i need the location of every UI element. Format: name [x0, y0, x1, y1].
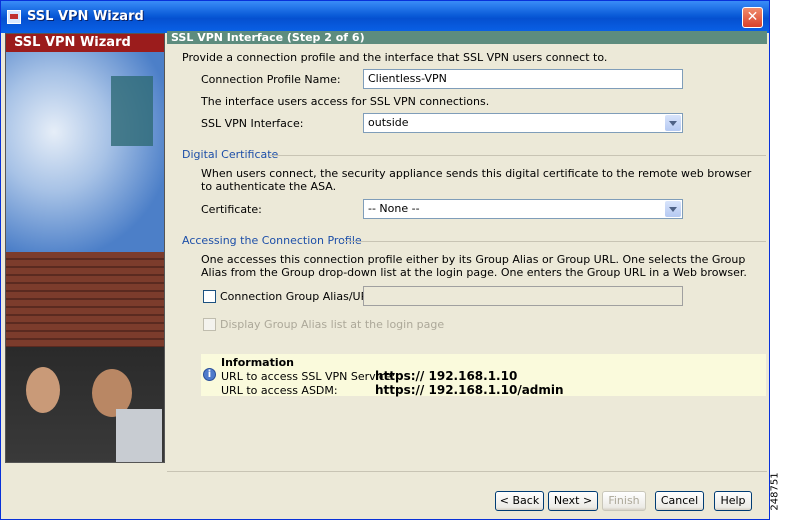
connection-group-alias-label[interactable]: Connection Group Alias/URL: [220, 290, 374, 303]
ssl-vpn-url-value: https:// 192.168.1.10: [375, 369, 518, 383]
digital-certificate-description: When users connect, the security applian…: [201, 167, 752, 193]
wizard-side-image: SSL VPN Wizard: [5, 33, 165, 463]
brick-wall-illustration: [6, 252, 164, 347]
figure-number-text: 248751: [769, 472, 781, 511]
certificate-select[interactable]: -- None --: [363, 199, 683, 219]
accessing-profile-group-title: Accessing the Connection Profile: [182, 234, 362, 247]
digital-certificate-group-title: Digital Certificate: [182, 148, 279, 161]
ssl-vpn-interface-select[interactable]: outside: [363, 113, 683, 133]
information-title: Information: [221, 356, 294, 369]
footer-divider: [167, 471, 767, 472]
ssl-vpn-url-label: URL to access SSL VPN Service:: [221, 370, 396, 383]
person-illustration: [26, 367, 60, 413]
certificate-value: -- None --: [368, 202, 420, 215]
connection-group-alias-input[interactable]: [363, 286, 683, 306]
connection-profile-label: Connection Profile Name:: [201, 73, 341, 86]
laptop-illustration: [116, 409, 162, 462]
chevron-down-icon[interactable]: [665, 201, 681, 217]
info-icon: i: [203, 368, 216, 381]
window-title: SSL VPN Wizard: [27, 9, 144, 24]
asdm-url-label: URL to access ASDM:: [221, 384, 338, 397]
group-divider: [269, 155, 766, 156]
step-header: SSL VPN Interface (Step 2 of 6): [167, 31, 767, 44]
close-button[interactable]: ✕: [742, 7, 763, 28]
group-divider: [343, 241, 766, 242]
help-button[interactable]: Help: [714, 491, 752, 511]
connection-group-alias-checkbox[interactable]: [203, 290, 216, 303]
accessing-profile-description: One accesses this connection profile eit…: [201, 253, 747, 279]
close-icon: ✕: [746, 9, 759, 25]
certificate-label: Certificate:: [201, 203, 262, 216]
asdm-url-value: https:// 192.168.1.10/admin: [375, 383, 564, 397]
display-group-alias-checkbox[interactable]: [203, 318, 216, 331]
intro-text: Provide a connection profile and the int…: [182, 51, 608, 64]
app-icon: [7, 10, 21, 24]
interface-note: The interface users access for SSL VPN c…: [201, 95, 490, 108]
title-bar: SSL VPN Wizard ✕: [1, 1, 769, 33]
wizard-window: SSL VPN Wizard ✕ SSL VPN Wizard SSL VPN …: [0, 0, 770, 520]
finish-button[interactable]: Finish: [602, 491, 646, 511]
next-button[interactable]: Next >: [548, 491, 598, 511]
building-illustration: [111, 76, 153, 146]
cancel-button[interactable]: Cancel: [655, 491, 704, 511]
chevron-down-icon[interactable]: [665, 115, 681, 131]
wizard-banner: SSL VPN Wizard: [6, 34, 164, 52]
ssl-vpn-interface-value: outside: [368, 116, 409, 129]
back-button[interactable]: < Back: [495, 491, 544, 511]
ssl-vpn-interface-label: SSL VPN Interface:: [201, 117, 304, 130]
display-group-alias-label: Display Group Alias list at the login pa…: [220, 318, 445, 331]
connection-profile-name-input[interactable]: Clientless-VPN: [363, 69, 683, 89]
figure-number: 248751: [769, 470, 784, 515]
